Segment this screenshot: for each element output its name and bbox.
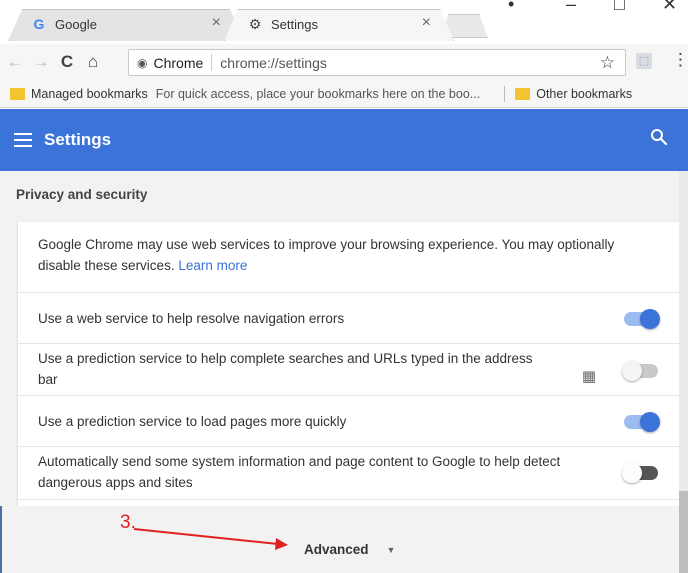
google-favicon-icon: G [33, 16, 45, 32]
forward-icon[interactable]: → [30, 52, 52, 72]
section-title: Privacy and security [16, 187, 148, 202]
scrollbar[interactable] [679, 171, 688, 573]
tab-google[interactable]: G Google × [8, 9, 244, 41]
back-icon[interactable]: ← [4, 52, 26, 72]
privacy-intro: Google Chrome may use web services to im… [18, 222, 680, 293]
user-icon[interactable]: • [508, 0, 514, 15]
title-bar: G Google × ⚙ Settings × • – □ ✕ [0, 0, 688, 44]
chevron-down-icon: ▼ [386, 544, 396, 555]
extension-icon[interactable]: ⬚ [636, 53, 652, 69]
minimize-icon[interactable]: – [566, 0, 576, 15]
setting-row[interactable]: Use a prediction service to help complet… [18, 344, 680, 396]
search-icon[interactable] [650, 128, 668, 146]
settings-content: Privacy and security Google Chrome may u… [0, 171, 688, 573]
scrollbar-thumb[interactable] [679, 491, 688, 573]
advanced-button[interactable]: Advanced ▼ [304, 542, 395, 557]
setting-label: Use a prediction service to load pages m… [38, 414, 347, 429]
learn-more-link[interactable]: Learn more [178, 258, 247, 273]
bookmarks-divider [504, 85, 506, 102]
advanced-label: Advanced [304, 542, 369, 557]
privacy-card: Google Chrome may use web services to im… [18, 222, 680, 512]
bookmarks-hint: For quick access, place your bookmarks h… [155, 86, 481, 101]
folder-icon [515, 87, 531, 100]
setting-row[interactable]: Use a web service to help resolve naviga… [18, 293, 680, 344]
settings-header: Settings [0, 109, 688, 171]
star-icon[interactable]: ☆ [600, 53, 615, 73]
close-window-icon[interactable]: ✕ [662, 0, 677, 15]
managed-policy-icon: ▦ [581, 368, 596, 385]
tab-title: Google [55, 16, 97, 32]
navigation-errors-toggle[interactable] [624, 309, 660, 329]
bookmarks-bar: Managed bookmarks For quick access, plac… [0, 80, 688, 108]
advanced-section: 3. Advanced ▼ [0, 506, 688, 573]
managed-bookmarks[interactable]: Managed bookmarks [31, 87, 148, 101]
other-bookmarks[interactable]: Other bookmarks [536, 87, 632, 101]
site-chip[interactable]: ◉ Chrome [137, 54, 213, 71]
reload-icon[interactable]: C [56, 52, 78, 72]
maximize-icon[interactable]: □ [614, 0, 625, 15]
chrome-icon: ◉ [137, 55, 148, 70]
menu-icon[interactable]: ⋮ [672, 50, 688, 70]
annotation-arrow-icon [133, 528, 288, 550]
address-bar[interactable]: ◉ Chrome chrome://settings ☆ [128, 49, 626, 76]
hamburger-menu-icon[interactable] [14, 133, 32, 151]
tab-title: Settings [271, 16, 318, 32]
setting-row[interactable]: Automatically send some system informati… [18, 447, 680, 500]
preload-pages-toggle[interactable] [624, 412, 660, 432]
close-tab-icon[interactable]: × [212, 14, 221, 32]
url-text: chrome://settings [220, 54, 327, 71]
search-prediction-toggle[interactable] [622, 361, 658, 381]
page-title: Settings [44, 130, 112, 149]
tab-settings[interactable]: ⚙ Settings × [224, 9, 454, 41]
setting-row[interactable]: Use a prediction service to load pages m… [18, 396, 680, 447]
folder-icon [10, 87, 25, 100]
site-label: Chrome [153, 54, 204, 71]
setting-label: Use a web service to help resolve naviga… [38, 311, 345, 326]
intro-text: Google Chrome may use web services to im… [38, 237, 615, 273]
gear-icon: ⚙ [248, 15, 262, 32]
setting-label: Automatically send some system informati… [38, 454, 561, 490]
close-tab-icon[interactable]: × [422, 14, 431, 32]
safe-browsing-reports-toggle[interactable] [622, 463, 658, 483]
home-icon[interactable]: ⌂ [82, 52, 104, 72]
browser-toolbar: ← → C ⌂ ◉ Chrome chrome://settings ☆ [0, 44, 688, 80]
setting-label: Use a prediction service to help complet… [38, 351, 533, 387]
